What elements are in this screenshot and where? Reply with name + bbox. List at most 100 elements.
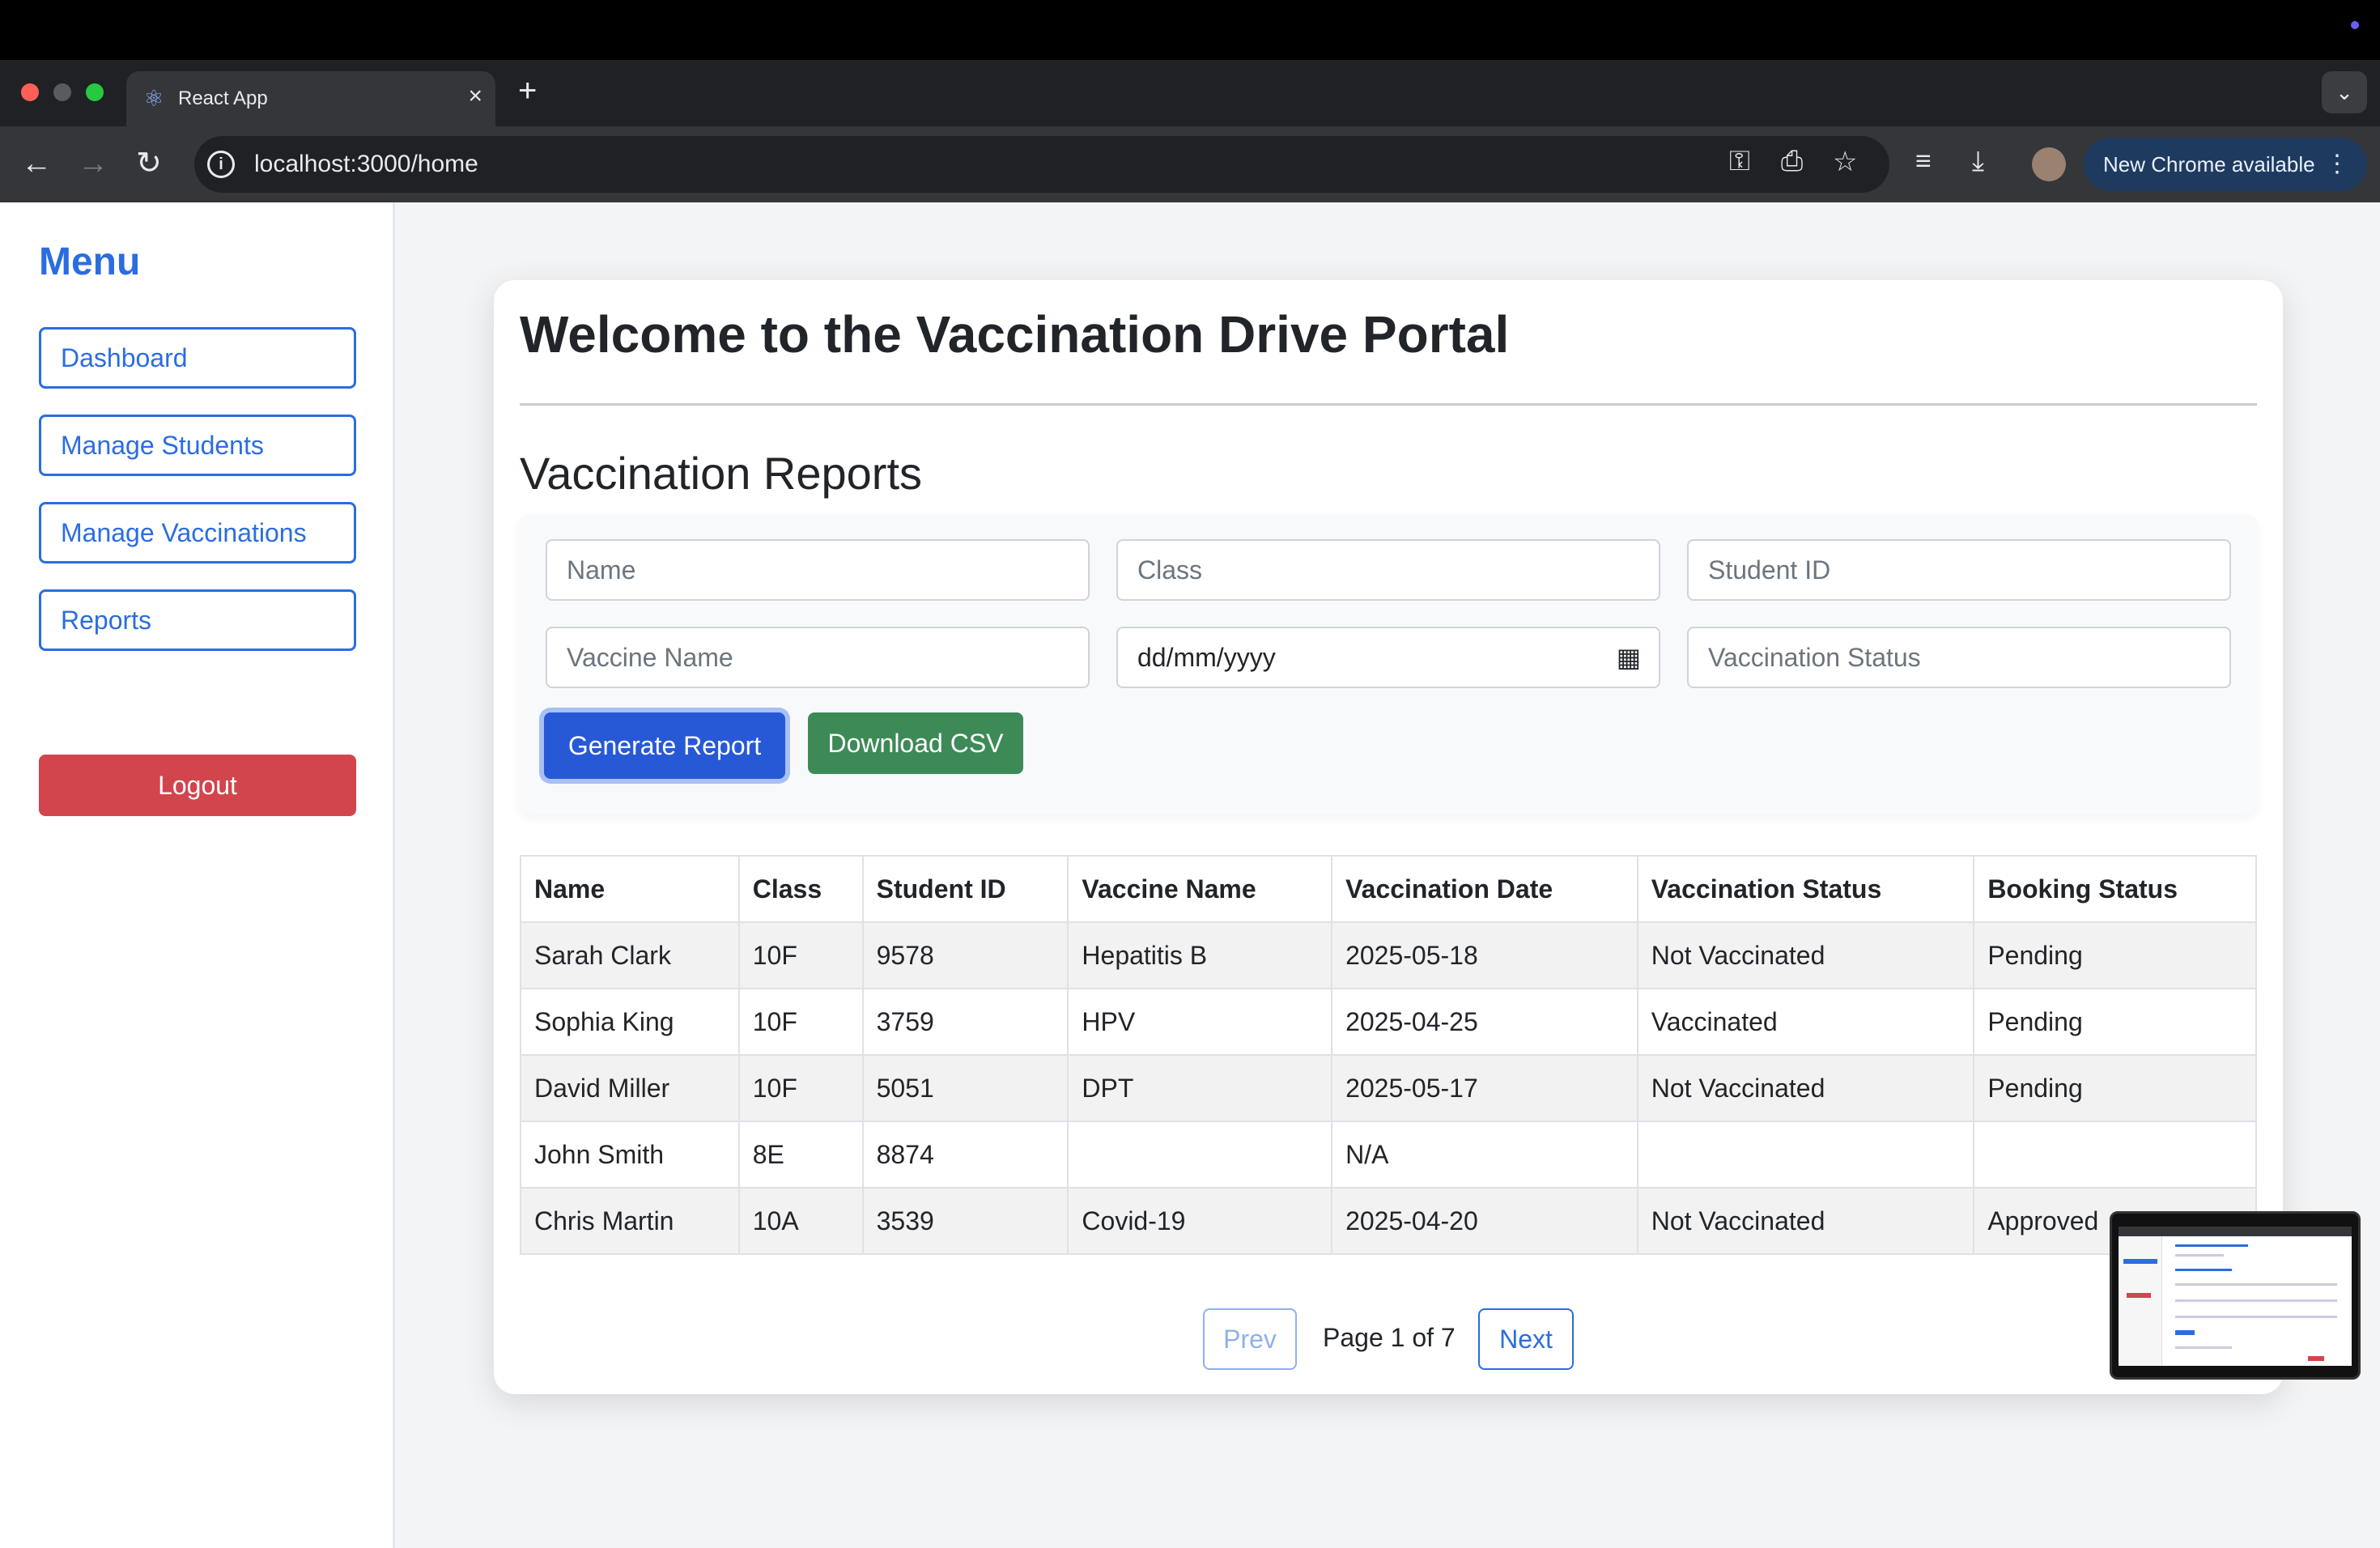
window-zoom-button[interactable] [86, 83, 104, 101]
table-cell: Chris Martin [520, 1187, 740, 1255]
url-text: localhost:3000/home [254, 151, 478, 177]
tab-search-icon[interactable]: ⌄ [2322, 71, 2367, 113]
sidebar-item-dashboard[interactable]: Dashboard [39, 327, 356, 389]
screen-recording-thumbnail[interactable] [2110, 1211, 2361, 1380]
thumbnail-screen [2119, 1227, 2352, 1366]
generate-report-button[interactable]: Generate Report [544, 712, 785, 779]
thumbnail-line [2127, 1293, 2151, 1298]
column-header[interactable]: Vaccine Name [1067, 855, 1333, 923]
new-tab-icon[interactable]: + [518, 73, 537, 109]
site-info-icon[interactable]: i [207, 151, 235, 178]
date-value: dd/mm/yyyy [1137, 643, 1276, 672]
table-cell: N/A [1331, 1121, 1638, 1189]
table-cell: Not Vaccinated [1636, 921, 1975, 989]
download-csv-button[interactable]: Download CSV [808, 712, 1023, 774]
profile-avatar[interactable] [2032, 147, 2066, 181]
table-cell: Covid-19 [1067, 1187, 1333, 1255]
thumbnail-line [2175, 1269, 2232, 1271]
table-cell: 9578 [861, 921, 1069, 989]
table-cell: 10F [737, 921, 864, 989]
table-cell: 2025-05-17 [1331, 1054, 1638, 1122]
thumbnail-line [2175, 1299, 2337, 1302]
table-cell: 10F [737, 988, 864, 1056]
table-cell: 10A [737, 1187, 864, 1255]
column-header[interactable]: Name [520, 855, 740, 923]
page-viewport: Menu Dashboard Manage Students Manage Va… [0, 202, 2380, 1548]
install-app-icon[interactable]: ⎙ [1781, 146, 1803, 177]
main-card: Welcome to the Vaccination Drive Portal … [494, 280, 2283, 1394]
table-cell: David Miller [520, 1054, 740, 1122]
vaccine-name-filter-input[interactable]: Vaccine Name [546, 627, 1090, 688]
sidebar-item-manage-students[interactable]: Manage Students [39, 415, 356, 476]
media-controls-icon[interactable]: ≡ [1915, 146, 1932, 177]
column-header[interactable]: Student ID [861, 855, 1069, 923]
thumbnail-line [2175, 1346, 2232, 1349]
thumbnail-line [2175, 1254, 2224, 1257]
status-indicator-icon [2351, 21, 2359, 29]
table-cell: 3759 [861, 988, 1069, 1056]
table-header-row: Name Class Student ID Vaccine Name Vacci… [520, 855, 2257, 923]
browser-tab[interactable]: ⚛ React App × [126, 71, 495, 126]
date-filter-input[interactable]: dd/mm/yyyy ▦ [1116, 627, 1660, 688]
student-id-filter-input[interactable]: Student ID [1687, 539, 2231, 601]
status-filter-input[interactable]: Vaccination Status [1687, 627, 2231, 688]
window-minimize-button[interactable] [53, 83, 71, 101]
table-row: David Miller 10F 5051 DPT 2025-05-17 Not… [520, 1054, 2257, 1122]
table-cell: 2025-04-25 [1331, 988, 1638, 1056]
table-cell: Pending [1973, 921, 2257, 989]
prev-page-button[interactable]: Prev [1203, 1308, 1297, 1370]
table-cell: 2025-04-20 [1331, 1187, 1638, 1255]
sidebar-item-manage-vaccinations[interactable]: Manage Vaccinations [39, 502, 356, 563]
page-title: Welcome to the Vaccination Drive Portal [520, 305, 1510, 364]
table-cell: DPT [1067, 1054, 1333, 1122]
table-cell [1067, 1121, 1333, 1189]
thumbnail-line [2175, 1330, 2195, 1335]
sidebar-item-reports[interactable]: Reports [39, 589, 356, 651]
thumbnail-line [2175, 1244, 2248, 1247]
table-cell: Not Vaccinated [1636, 1187, 1975, 1255]
name-filter-input[interactable]: Name [546, 539, 1090, 601]
address-bar[interactable]: i localhost:3000/home [194, 136, 1889, 193]
reload-icon[interactable]: ↻ [136, 146, 162, 181]
table-row: John Smith 8E 8874 N/A [520, 1121, 2257, 1189]
bookmark-star-icon[interactable]: ☆ [1833, 146, 1857, 178]
table-cell: Vaccinated [1636, 988, 1975, 1056]
table-cell [1973, 1121, 2257, 1189]
back-icon[interactable]: ← [21, 146, 52, 181]
table-cell: Hepatitis B [1067, 921, 1333, 989]
column-header[interactable]: Booking Status [1973, 855, 2257, 923]
window-close-button[interactable] [21, 83, 39, 101]
column-header[interactable]: Class [737, 855, 864, 923]
react-favicon-icon: ⚛ [143, 86, 164, 111]
table-cell: 2025-05-18 [1331, 921, 1638, 989]
forward-icon[interactable]: → [78, 146, 108, 181]
downloads-icon[interactable]: ⤓ [1972, 146, 1984, 177]
table-cell: 5051 [861, 1054, 1069, 1122]
filter-panel: Name Class Student ID Vaccine Name dd/mm… [520, 515, 2257, 814]
table-row: Sophia King 10F 3759 HPV 2025-04-25 Vacc… [520, 988, 2257, 1056]
next-page-button[interactable]: Next [1478, 1308, 1574, 1370]
class-filter-input[interactable]: Class [1116, 539, 1660, 601]
table-cell: Pending [1973, 988, 2257, 1056]
column-header[interactable]: Vaccination Status [1636, 855, 1975, 923]
thumbnail-line [2175, 1283, 2337, 1286]
thumbnail-sidebar [2119, 1236, 2162, 1366]
os-menu-bar [0, 0, 2380, 60]
table-cell [1636, 1121, 1975, 1189]
table-row: Chris Martin 10A 3539 Covid-19 2025-04-2… [520, 1187, 2257, 1255]
page-indicator: Page 1 of 7 [1323, 1323, 1456, 1352]
chrome-update-button[interactable]: New Chrome available ⋮ [2084, 138, 2367, 191]
table-cell: John Smith [520, 1121, 740, 1189]
divider [520, 403, 2257, 406]
thumbnail-line [2123, 1259, 2157, 1264]
column-header[interactable]: Vaccination Date [1331, 855, 1638, 923]
logout-button[interactable]: Logout [39, 755, 356, 816]
table-cell: 3539 [861, 1187, 1069, 1255]
tab-close-icon[interactable]: × [468, 83, 482, 110]
thumbnail-line [2308, 1356, 2324, 1361]
calendar-icon[interactable]: ▦ [1617, 628, 1641, 687]
table-cell: 8E [737, 1121, 864, 1189]
kebab-menu-icon[interactable]: ⋮ [2325, 138, 2349, 191]
section-title: Vaccination Reports [520, 448, 922, 499]
password-key-icon[interactable]: ⚿ [1729, 146, 1750, 177]
